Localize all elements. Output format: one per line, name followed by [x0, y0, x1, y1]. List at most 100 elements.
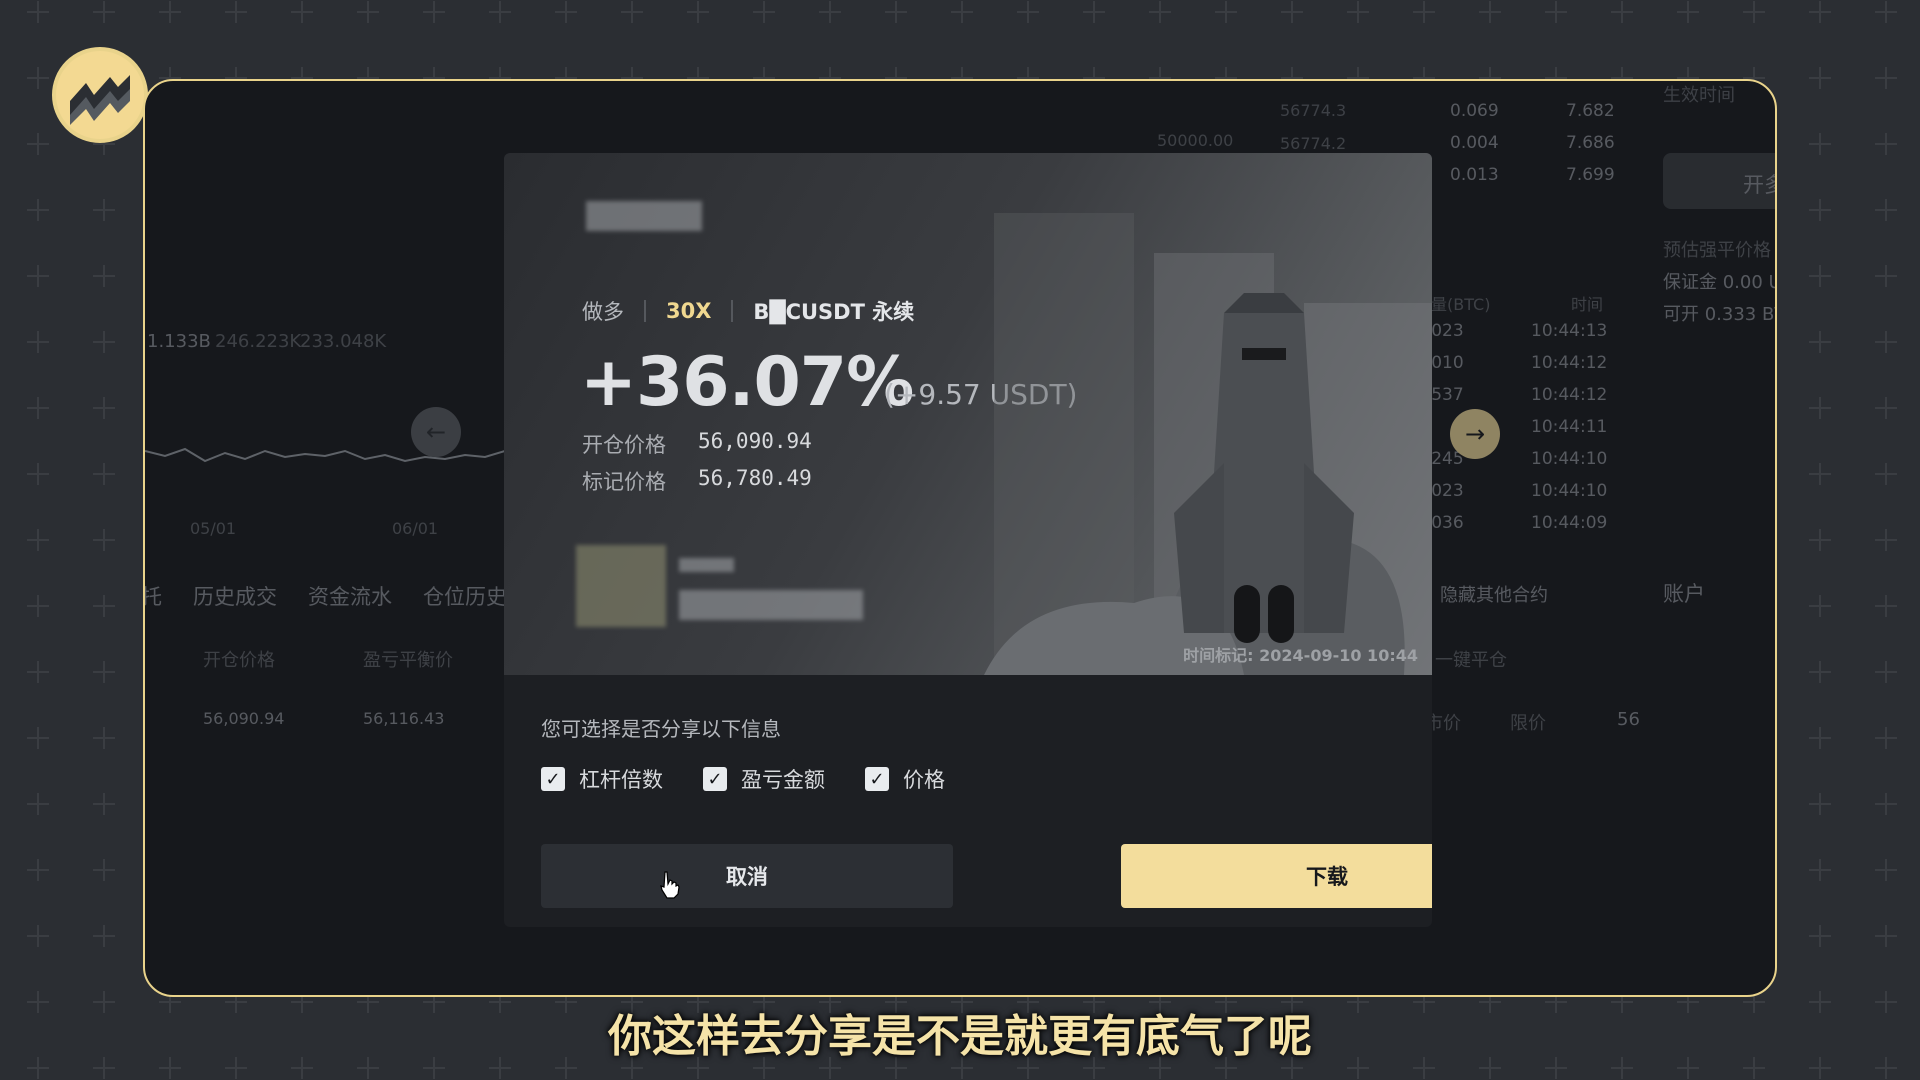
option-leverage[interactable]: ✓ 杠杆倍数: [541, 764, 663, 794]
tab-position-history[interactable]: 仓位历史: [423, 581, 507, 611]
grid-plus-mark: [885, 1, 907, 23]
margin-value: 保证金 0.00 U: [1663, 272, 1777, 293]
grid-plus-mark: [1809, 529, 1831, 551]
grid-plus-mark: [1347, 1, 1369, 23]
grid-plus-mark: [1809, 67, 1831, 89]
grid-plus-mark: [93, 595, 115, 617]
grid-plus-mark: [1215, 1, 1237, 23]
mark-price-row: 标记价格 56,780.49: [582, 466, 812, 496]
grid-plus-mark: [1875, 463, 1897, 485]
row-breakeven: 56,116.43: [363, 709, 445, 728]
grid-plus-mark: [27, 331, 49, 353]
mark-price-label: 标记价格: [582, 470, 666, 494]
trade-time: 10:44:09: [1531, 513, 1608, 533]
next-arrow-icon[interactable]: →: [1450, 409, 1500, 459]
liq-price-label: 预估强平价格: [1663, 240, 1771, 261]
ob-amount-1: 56774.3: [1280, 101, 1347, 120]
checkbox-checked-icon[interactable]: ✓: [865, 767, 889, 791]
col-limit: 限价: [1510, 713, 1546, 734]
grid-plus-mark: [1875, 1, 1897, 23]
volume-stat-1: 1.133B: [147, 331, 211, 352]
grid-plus-mark: [555, 1, 577, 23]
grid-plus-mark: [27, 133, 49, 155]
grid-plus-mark: [93, 661, 115, 683]
grid-plus-mark: [1875, 529, 1897, 551]
grid-plus-mark: [93, 727, 115, 749]
grid-plus-mark: [1809, 859, 1831, 881]
grid-plus-mark: [27, 727, 49, 749]
checkbox-checked-icon[interactable]: ✓: [703, 767, 727, 791]
grid-plus-mark: [1809, 397, 1831, 419]
trade-time: 10:44:10: [1531, 481, 1608, 501]
ob-total-1: 7.682: [1566, 101, 1615, 121]
grid-plus-mark: [1875, 727, 1897, 749]
tab-funding-flow[interactable]: 资金流水: [308, 581, 392, 611]
grid-plus-mark: [1281, 1, 1303, 23]
grid-plus-mark: [93, 199, 115, 221]
option-price[interactable]: ✓ 价格: [865, 764, 945, 794]
grid-plus-mark: [1809, 793, 1831, 815]
grid-plus-mark: [93, 529, 115, 551]
grid-plus-mark: [1809, 199, 1831, 221]
option-leverage-label: 杠杆倍数: [579, 768, 663, 792]
tab-orders[interactable]: 托: [145, 581, 162, 611]
grid-plus-mark: [93, 397, 115, 419]
share-card-image: 做多 30X B█CUSDT 永续 +36.07% (+9.57 USDT) 开…: [504, 153, 1432, 675]
grid-plus-mark: [27, 199, 49, 221]
trade-time: 10:44:10: [1531, 449, 1608, 469]
grid-plus-mark: [1809, 595, 1831, 617]
ob-qty-2: 0.004: [1450, 133, 1499, 153]
grid-plus-mark: [1809, 331, 1831, 353]
option-pnl-amount[interactable]: ✓ 盈亏金额: [703, 764, 825, 794]
channel-logo: [52, 47, 148, 143]
grid-plus-mark: [1611, 1, 1633, 23]
trade-time: 10:44:12: [1531, 385, 1608, 405]
options-title: 您可选择是否分享以下信息: [541, 717, 781, 741]
tab-trade-history[interactable]: 历史成交: [193, 581, 277, 611]
grid-plus-mark: [27, 1, 49, 23]
grid-plus-mark: [27, 463, 49, 485]
grid-plus-mark: [93, 793, 115, 815]
grid-plus-mark: [1875, 925, 1897, 947]
grid-plus-mark: [1875, 265, 1897, 287]
grid-plus-mark: [687, 1, 709, 23]
grid-plus-mark: [27, 793, 49, 815]
grid-plus-mark: [1875, 397, 1897, 419]
grid-plus-mark: [1149, 1, 1171, 23]
trades-time-header: 时间: [1571, 295, 1604, 314]
open-long-button[interactable]: 开多: [1663, 153, 1775, 209]
grid-plus-mark: [1809, 133, 1831, 155]
col-price-partial: 56: [1617, 709, 1640, 730]
prev-arrow-icon[interactable]: ←: [411, 407, 461, 457]
grid-plus-mark: [1809, 1, 1831, 23]
grid-plus-mark: [27, 397, 49, 419]
grid-plus-mark: [27, 595, 49, 617]
grid-plus-mark: [93, 925, 115, 947]
grid-plus-mark: [1875, 793, 1897, 815]
grid-plus-mark: [27, 859, 49, 881]
open-price-label: 开仓价格: [582, 433, 666, 457]
hide-other-contracts[interactable]: 隐藏其他合约: [1440, 581, 1548, 607]
symbol-label: B█CUSDT 永续: [753, 300, 915, 324]
grid-plus-mark: [1017, 1, 1039, 23]
grid-plus-mark: [1875, 661, 1897, 683]
row-open-price: 56,090.94: [203, 709, 285, 728]
grid-plus-mark: [1875, 859, 1897, 881]
grid-plus-mark: [1875, 133, 1897, 155]
ob-total-2: 7.686: [1566, 133, 1615, 153]
trade-time: 10:44:12: [1531, 353, 1608, 373]
grid-plus-mark: [1479, 1, 1501, 23]
volume-stat-2: 246.223K: [215, 331, 302, 352]
grid-plus-mark: [819, 1, 841, 23]
grid-plus-mark: [423, 1, 445, 23]
grid-plus-mark: [1809, 925, 1831, 947]
cancel-button[interactable]: 取消: [541, 844, 953, 908]
checkbox-checked-icon[interactable]: ✓: [541, 767, 565, 791]
close-all-button[interactable]: 一键平仓: [1435, 646, 1507, 672]
grid-plus-mark: [1809, 727, 1831, 749]
grid-plus-mark: [1875, 199, 1897, 221]
download-button[interactable]: 下载: [1121, 844, 1432, 908]
trade-time: 10:44:11: [1531, 417, 1608, 437]
leverage-label: 30X: [666, 299, 712, 323]
grid-plus-mark: [1545, 1, 1567, 23]
